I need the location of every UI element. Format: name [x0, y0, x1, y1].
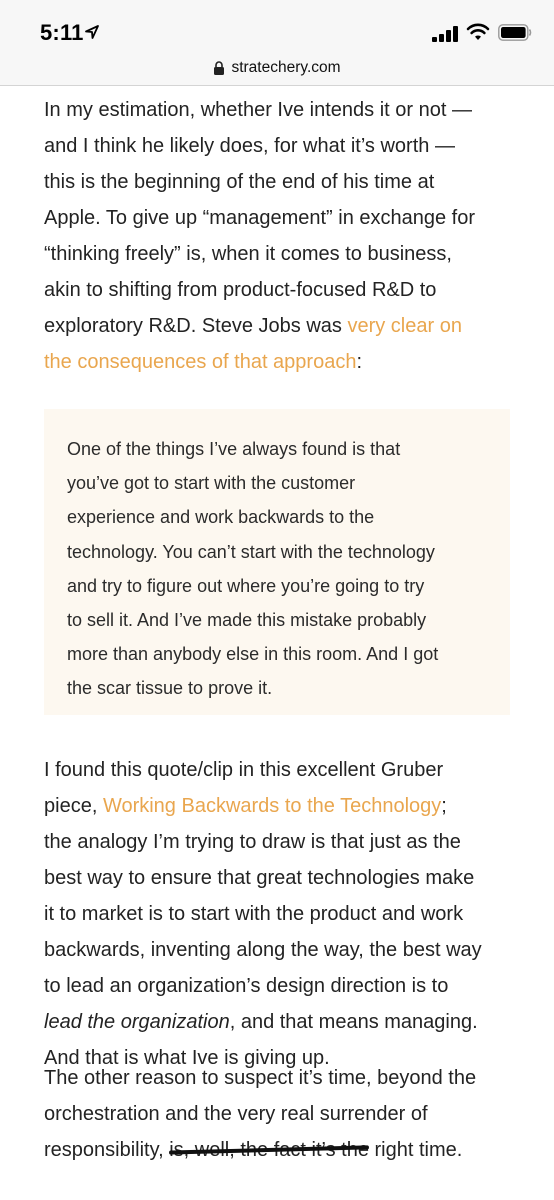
quote-line: experience and work backwards to the — [67, 507, 375, 528]
text-segment: : — [356, 351, 363, 373]
blockquote: One of the things I’ve always found is t… — [44, 409, 510, 715]
text-segment: ; — [441, 795, 447, 817]
text-line: In my estimation, whether Ive intends it… — [44, 99, 472, 121]
text-line: and I think he likely does, for what it’… — [44, 135, 455, 157]
text-line: to lead an organization’s design directi… — [44, 975, 449, 997]
lock-icon — [214, 61, 225, 75]
url-text: stratechery.com — [231, 59, 341, 76]
quote-line: the scar tissue to prove it. — [67, 678, 273, 699]
text-line: “thinking freely” is, when it comes to b… — [44, 243, 452, 265]
emphasis-text: lead the organization — [44, 1011, 230, 1033]
struck-out-text: is, well, the fact it’s the — [169, 1139, 369, 1161]
paragraph-1: In my estimation, whether Ive intends it… — [44, 92, 475, 380]
battery-icon — [498, 24, 532, 41]
text-line: orchestration and the very real surrende… — [44, 1103, 428, 1125]
text-segment: responsibility, — [44, 1139, 170, 1161]
text-line: akin to shifting from product-focused R&… — [44, 279, 437, 301]
status-bar: 5:11 — [0, 0, 554, 56]
status-time: 5:11 — [40, 20, 84, 45]
text-line: the analogy I’m trying to draw is that j… — [44, 831, 461, 853]
text-line: exploratory R&D. Steve Jobs was very cle… — [44, 308, 475, 344]
text-line: the consequences of that approach: — [44, 344, 475, 380]
text-segment: exploratory R&D. Steve Jobs was — [44, 315, 348, 337]
quote-line: you’ve got to start with the customer — [67, 473, 356, 494]
text-line: piece, Working Backwards to the Technolo… — [44, 788, 482, 824]
text-line: backwards, inventing along the way, the … — [44, 939, 482, 961]
quote-line: and try to figure out where you’re going… — [67, 575, 425, 596]
quote-line: One of the things I’ve always found is t… — [67, 439, 401, 459]
text-line: responsibility, is, well, the fact it’s … — [44, 1132, 476, 1168]
text-line: lead the organization, and that means ma… — [44, 1004, 482, 1040]
paragraph-3: The other reason to suspect it’s time, b… — [44, 1060, 476, 1168]
location-arrow-icon — [85, 25, 99, 39]
quote-line: to sell it. And I’ve made this mistake p… — [67, 610, 427, 631]
blockquote-text: One of the things I’ve always found is t… — [67, 432, 438, 706]
text-line: I found this quote/clip in this excellen… — [44, 759, 444, 781]
text-segment: piece, — [44, 795, 103, 817]
jobs-quote-link-continued[interactable]: the consequences of that approach — [44, 351, 356, 373]
text-line: this is the beginning of the end of his … — [44, 171, 435, 193]
text-segment: right time. — [368, 1139, 463, 1161]
text-line: best way to ensure that great technologi… — [44, 867, 475, 889]
wifi-icon — [466, 23, 490, 40]
gruber-article-link[interactable]: Working Backwards to the Technology — [103, 795, 441, 817]
quote-line: more than anybody else in this room. And… — [67, 644, 439, 665]
quote-line: technology. You can’t start with the tec… — [67, 541, 435, 562]
address-bar[interactable]: stratechery.com — [0, 56, 554, 86]
jobs-quote-link[interactable]: very clear on — [347, 315, 462, 337]
text-segment: , and that means managing. — [229, 1011, 478, 1033]
text-line: it to market is to start with the produc… — [44, 903, 464, 925]
cellular-signal-icon — [432, 26, 458, 42]
text-line: The other reason to suspect it’s time, b… — [44, 1067, 477, 1089]
text-line: Apple. To give up “management” in exchan… — [44, 207, 476, 229]
paragraph-2: I found this quote/clip in this excellen… — [44, 752, 482, 1076]
